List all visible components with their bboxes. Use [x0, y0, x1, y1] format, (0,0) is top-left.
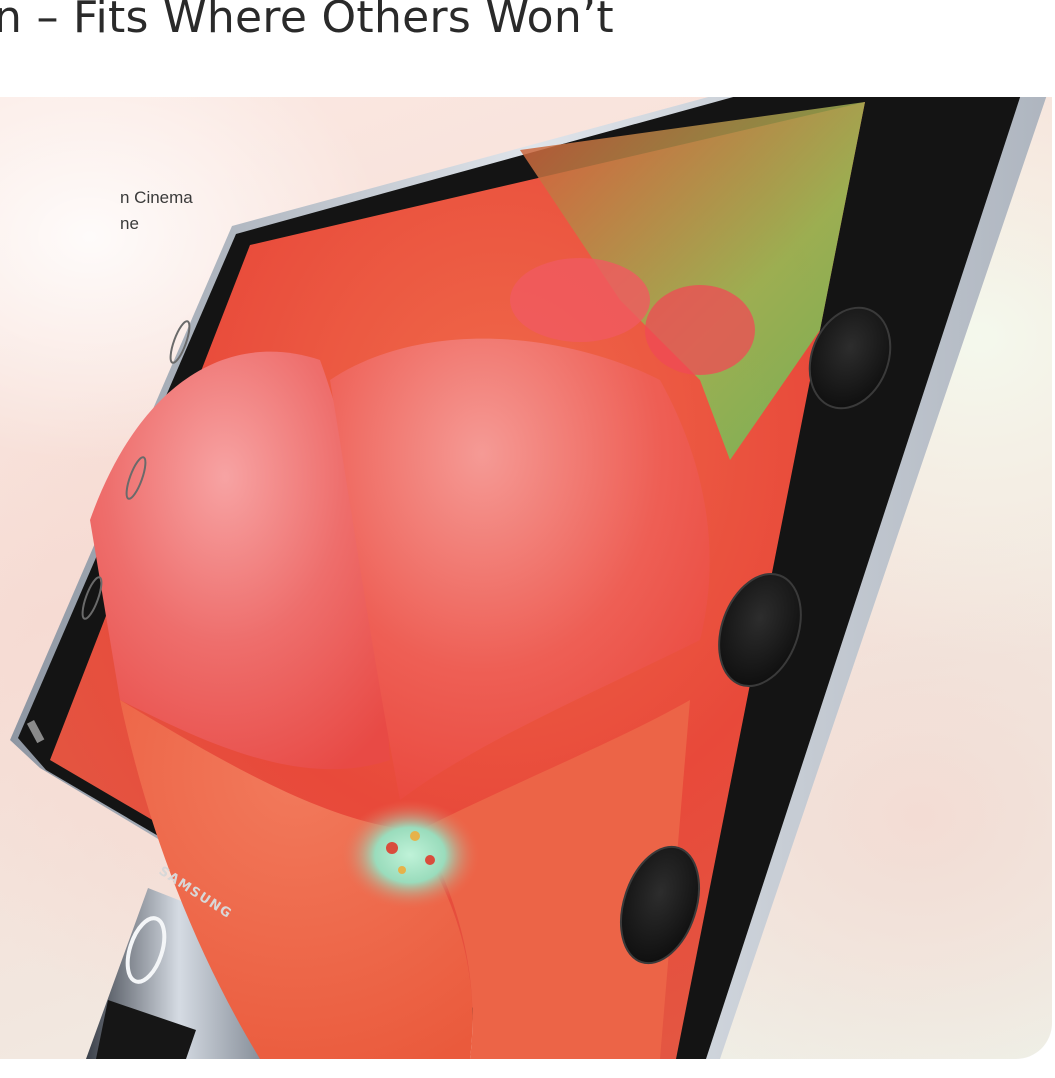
flower-center	[340, 800, 480, 910]
stamen	[398, 866, 406, 874]
stamen	[410, 831, 420, 841]
monitor-illustration: ≈≈ SAMSUNG	[10, 84, 1052, 1059]
background-bud	[645, 285, 755, 375]
stamen	[386, 842, 398, 854]
top-badge-logo: ≈≈	[826, 84, 841, 99]
background-bud	[510, 258, 650, 342]
stamen	[425, 855, 435, 865]
